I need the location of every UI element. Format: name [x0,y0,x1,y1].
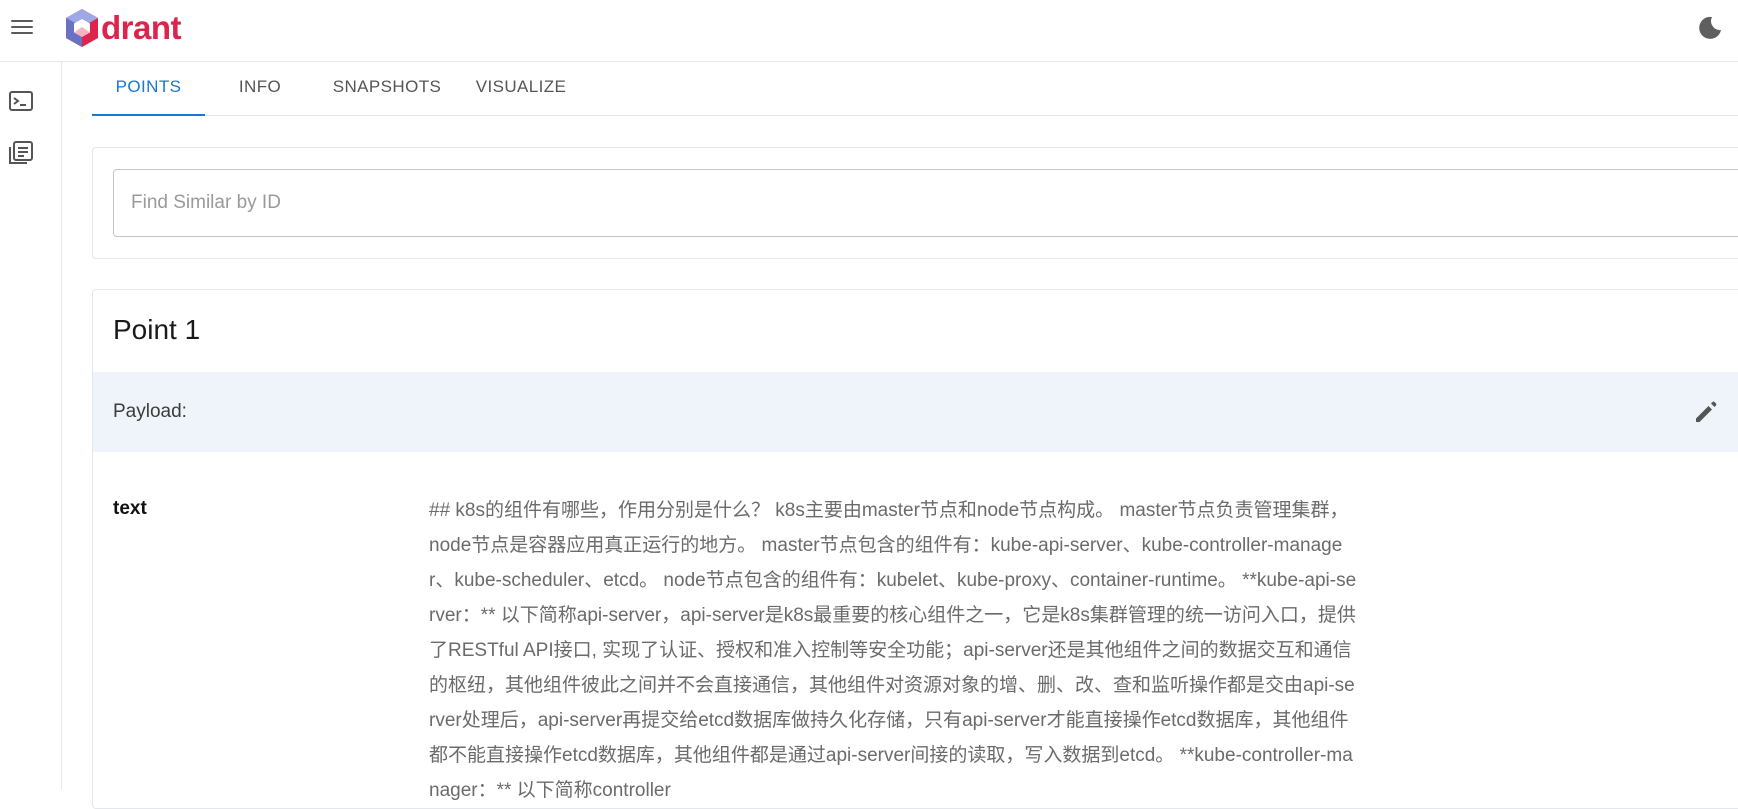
app-header: drant [0,0,1738,62]
terminal-console-icon[interactable] [8,88,34,114]
collection-tabs: POINTS INFO SNAPSHOTS VISUALIZE [92,62,1738,116]
payload-field-value: ## k8s的组件有哪些，作用分别是什么？ k8s主要由master节点和nod… [429,500,1357,801]
qdrant-logo[interactable]: drant [64,6,182,50]
payload-field-key: text [113,498,147,519]
tab-info[interactable]: INFO [205,62,315,116]
tab-snapshots[interactable]: SNAPSHOTS [315,62,459,116]
payload-label: Payload: [113,401,187,422]
left-sidebar [0,62,62,789]
point-title: Point 1 [113,314,201,345]
moon-icon[interactable] [1696,14,1724,42]
tab-visualize[interactable]: VISUALIZE [459,62,583,116]
logo-text: drant [101,9,182,46]
tab-points[interactable]: POINTS [92,62,205,116]
find-similar-card [92,147,1738,259]
payload-header: Payload: [93,372,1738,452]
hamburger-menu-icon[interactable] [10,16,34,40]
point-card: Point 1 Payload: text ## k8s的组件有哪些，作用分别是… [92,289,1738,809]
collections-library-icon[interactable] [8,140,34,166]
qdrant-logo-mark-icon [66,9,98,47]
pencil-icon[interactable] [1691,397,1721,427]
find-similar-input[interactable] [113,169,1738,237]
